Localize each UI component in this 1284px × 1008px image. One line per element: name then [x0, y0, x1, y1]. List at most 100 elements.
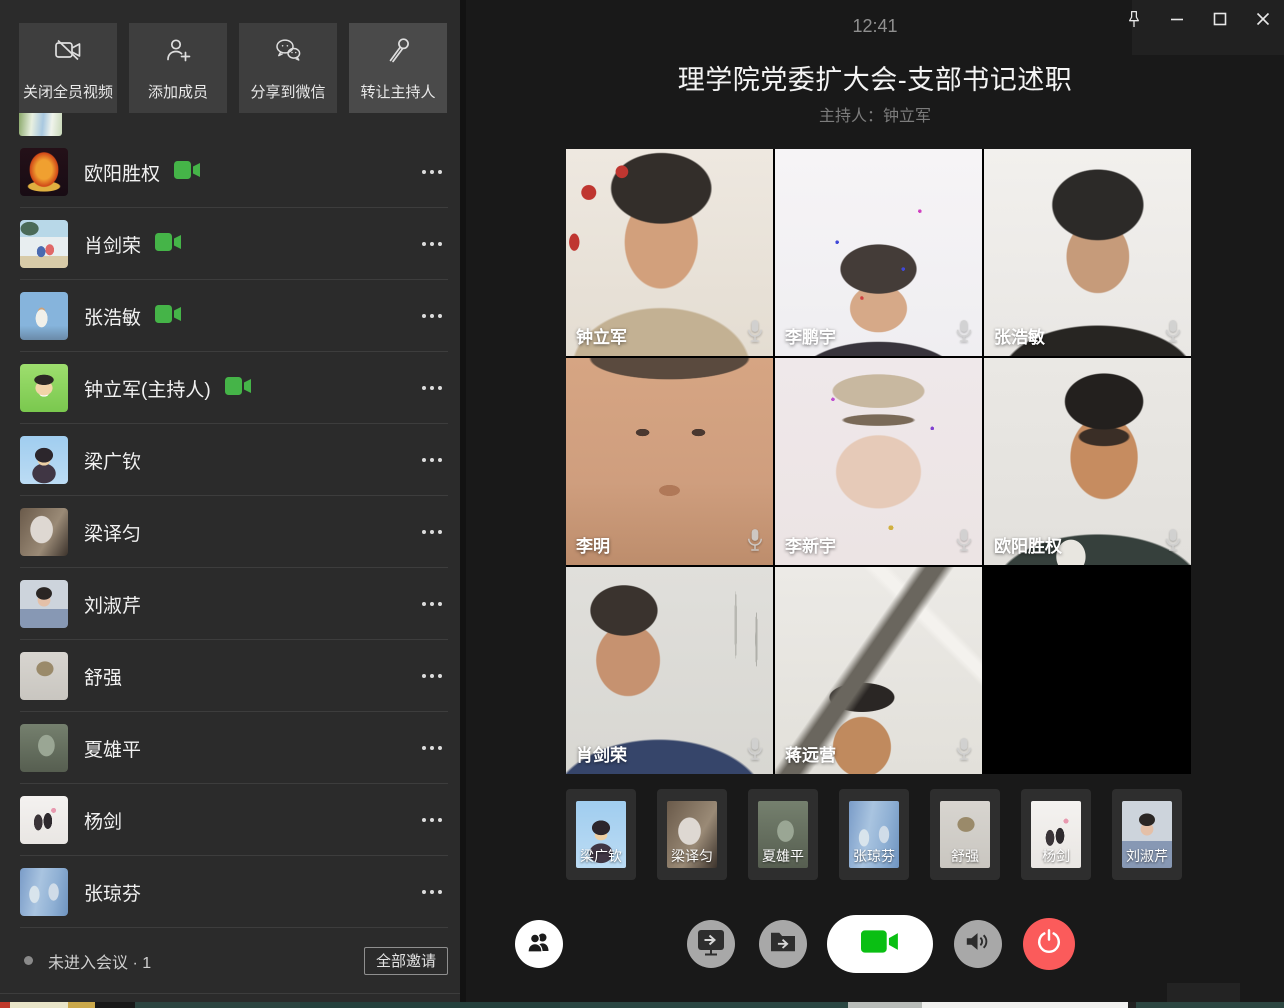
mic-icon — [745, 318, 765, 349]
participant-name: 梁译匀 — [84, 519, 141, 546]
speaker-icon — [964, 930, 992, 958]
video-tile[interactable]: 钟立军 — [566, 149, 773, 356]
avatar — [20, 796, 68, 844]
participant-name: 夏雄平 — [84, 735, 141, 762]
video-tile[interactable]: 李鹏宇 — [775, 149, 982, 356]
more-options-button[interactable] — [416, 596, 444, 612]
video-tile[interactable]: 张浩敏 — [984, 149, 1191, 356]
sidebar-footer: 未进入会议 · 1 全部邀请 — [0, 928, 460, 994]
transfer-host-button[interactable]: 转让主持人 — [349, 23, 447, 113]
power-icon — [1035, 928, 1063, 961]
more-options-button[interactable] — [416, 164, 444, 180]
participant-row: 杨剑 — [0, 784, 460, 856]
invite-all-button[interactable]: 全部邀请 — [364, 947, 448, 975]
video-on-icon — [155, 233, 181, 256]
share-to-wechat-button[interactable]: 分享到微信 — [239, 23, 337, 113]
thumbnail-name: 杨剑 — [1021, 846, 1091, 866]
participant-name: 梁广钦 — [84, 447, 141, 474]
toolbar-button-label: 添加成员 — [148, 81, 208, 102]
participant-thumbnail[interactable]: 张琼芬 — [839, 789, 909, 880]
meeting-main-panel: 12:41 理学院党委扩大会-支部书记述职 主持人：钟立军 钟立军 — [460, 0, 1284, 1002]
background-window-edge — [1167, 983, 1240, 1002]
participant-row: 张琼芬 — [0, 856, 460, 928]
video-tile[interactable]: 欧阳胜权 — [984, 358, 1191, 565]
participant-thumbnail[interactable]: 杨剑 — [1021, 789, 1091, 880]
avatar — [20, 148, 68, 196]
more-options-button[interactable] — [416, 884, 444, 900]
toolbar-button-label: 关闭全员视频 — [23, 81, 113, 102]
members-icon — [524, 929, 554, 960]
participant-name: 张琼芬 — [84, 879, 141, 906]
more-options-button[interactable] — [416, 668, 444, 684]
avatar — [20, 724, 68, 772]
maximize-icon[interactable] — [1211, 10, 1229, 28]
video-tile[interactable]: 蒋远营 — [775, 567, 982, 774]
members-button[interactable] — [515, 920, 563, 968]
participant-thumbnail[interactable]: 梁译匀 — [657, 789, 727, 880]
mic-icon — [1163, 527, 1183, 558]
camera-icon — [861, 928, 899, 960]
video-tile[interactable]: 李新宇 — [775, 358, 982, 565]
toolbar-button-label: 分享到微信 — [250, 81, 325, 102]
participant-name: 舒强 — [84, 663, 122, 690]
participant-name: 张浩敏 — [84, 303, 141, 330]
participant-thumbnail[interactable]: 舒强 — [930, 789, 1000, 880]
pin-icon[interactable] — [1125, 10, 1143, 28]
minimize-icon[interactable] — [1168, 10, 1186, 28]
thumbnail-name: 张琼芬 — [839, 846, 909, 866]
camera-toggle-button[interactable] — [827, 915, 933, 973]
participant-name: 钟立军(主持人) — [84, 375, 211, 402]
tile-name: 肖剑荣 — [576, 741, 627, 766]
more-options-button[interactable] — [416, 524, 444, 540]
more-options-button[interactable] — [416, 380, 444, 396]
more-options-button[interactable] — [416, 308, 444, 324]
more-options-button[interactable] — [416, 740, 444, 756]
camera-off-icon — [53, 35, 83, 70]
mic-icon — [745, 736, 765, 767]
share-folder-icon — [769, 930, 797, 959]
participant-row: 夏雄平 — [0, 712, 460, 784]
not-joined-dot-icon — [24, 956, 33, 965]
participant-name: 杨剑 — [84, 807, 122, 834]
participant-name: 刘淑芹 — [84, 591, 141, 618]
participant-list: 欧阳胜权 肖剑荣 张浩敏 — [0, 136, 460, 928]
mic-icon — [954, 527, 974, 558]
more-options-button[interactable] — [416, 452, 444, 468]
participant-row: 刘淑芹 — [0, 568, 460, 640]
video-tile[interactable]: 肖剑荣 — [566, 567, 773, 774]
thumbnail-name: 夏雄平 — [748, 846, 818, 866]
window-controls — [1125, 10, 1272, 28]
handheld-mic-icon — [383, 35, 413, 70]
tile-name: 张浩敏 — [994, 323, 1045, 348]
share-screen-button[interactable] — [687, 920, 735, 968]
tile-name: 李明 — [576, 532, 610, 557]
avatar — [20, 436, 68, 484]
leave-meeting-button[interactable] — [1023, 918, 1075, 970]
participant-thumbnail[interactable]: 刘淑芹 — [1112, 789, 1182, 880]
audio-participant-strip: 梁广钦 梁译匀 夏雄平 张琼芬 舒强 杨剑 — [566, 789, 1182, 880]
thumbnail-name: 舒强 — [930, 846, 1000, 866]
meeting-window: 关闭全员视频 添加成员 — [0, 0, 1284, 1008]
participant-name: 欧阳胜权 — [84, 159, 160, 186]
add-member-button[interactable]: 添加成员 — [129, 23, 227, 113]
avatar — [20, 580, 68, 628]
tile-name: 李新宇 — [785, 532, 836, 557]
close-all-video-button[interactable]: 关闭全员视频 — [19, 23, 117, 113]
mic-icon — [954, 318, 974, 349]
share-folder-button[interactable] — [759, 920, 807, 968]
participant-row: 梁译匀 — [0, 496, 460, 568]
participant-thumbnail[interactable]: 梁广钦 — [566, 789, 636, 880]
tile-name: 欧阳胜权 — [994, 532, 1062, 557]
more-options-button[interactable] — [416, 812, 444, 828]
tile-name: 李鹏宇 — [785, 323, 836, 348]
thumbnail-name: 梁译匀 — [657, 846, 727, 866]
speaker-button[interactable] — [954, 920, 1002, 968]
video-tile[interactable]: 李明 — [566, 358, 773, 565]
video-on-icon — [174, 161, 200, 184]
participant-row: 张浩敏 — [0, 280, 460, 352]
close-icon[interactable] — [1254, 10, 1272, 28]
tile-name: 钟立军 — [576, 323, 627, 348]
participant-thumbnail[interactable]: 夏雄平 — [748, 789, 818, 880]
participant-row: 肖剑荣 — [0, 208, 460, 280]
more-options-button[interactable] — [416, 236, 444, 252]
